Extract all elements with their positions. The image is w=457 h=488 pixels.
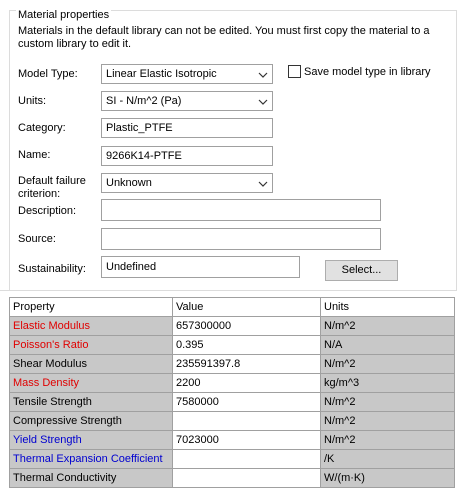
units-cell: kg/m^3 — [320, 373, 455, 393]
units-value: SI - N/m^2 (Pa) — [106, 95, 182, 107]
default-failure-label-line1: Default failure — [18, 175, 86, 187]
group-title: Material properties — [16, 9, 112, 21]
category-label: Category: — [18, 122, 66, 134]
select-button[interactable]: Select... — [325, 260, 398, 281]
model-type-value: Linear Elastic Isotropic — [106, 68, 217, 80]
save-model-type-label: Save model type in library — [304, 66, 431, 78]
units-cell: N/m^2 — [320, 392, 455, 412]
units-cell: N/m^2 — [320, 316, 455, 336]
units-cell: N/m^2 — [320, 430, 455, 450]
units-cell: N/m^2 — [320, 354, 455, 374]
property-cell: Mass Density — [9, 373, 173, 393]
table-row[interactable]: Poisson's Ratio 0.395 N/A — [9, 335, 455, 355]
property-cell: Thermal Expansion Coefficient — [9, 449, 173, 469]
default-failure-select[interactable]: Unknown — [101, 173, 273, 193]
units-select[interactable]: SI - N/m^2 (Pa) — [101, 91, 273, 111]
table-row[interactable]: Elastic Modulus 657300000 N/m^2 — [9, 316, 455, 336]
units-cell: W/(m·K) — [320, 468, 455, 488]
property-cell: Tensile Strength — [9, 392, 173, 412]
chevron-down-icon — [258, 72, 268, 78]
table-row[interactable]: Thermal Conductivity W/(m·K) — [9, 468, 455, 488]
name-label: Name: — [18, 149, 51, 161]
property-cell: Thermal Conductivity — [9, 468, 173, 488]
category-field[interactable]: Plastic_PTFE — [101, 118, 273, 138]
table-row[interactable]: Shear Modulus 235591397.8 N/m^2 — [9, 354, 455, 374]
value-cell[interactable]: 7580000 — [172, 392, 321, 412]
name-field[interactable]: 9266K14-PTFE — [101, 146, 273, 166]
default-failure-label: Default failure criterion: — [18, 175, 86, 201]
table-header-row: Property Value Units — [9, 297, 455, 317]
default-failure-label-line2: criterion: — [18, 188, 61, 200]
property-cell: Shear Modulus — [9, 354, 173, 374]
value-cell[interactable]: 7023000 — [172, 430, 321, 450]
name-value: 9266K14-PTFE — [106, 150, 182, 162]
source-label: Source: — [18, 233, 56, 245]
sustainability-label: Sustainability: — [18, 263, 86, 275]
description-field[interactable] — [101, 199, 381, 221]
table-row[interactable]: Compressive Strength N/m^2 — [9, 411, 455, 431]
chevron-down-icon — [258, 181, 268, 187]
table-row[interactable]: Mass Density 2200 kg/m^3 — [9, 373, 455, 393]
library-note: Materials in the default library can not… — [18, 25, 430, 50]
table-row[interactable]: Thermal Expansion Coefficient/K — [9, 449, 455, 469]
value-cell[interactable]: 235591397.8 — [172, 354, 321, 374]
value-cell[interactable]: 0.395 — [172, 335, 321, 355]
property-cell: Elastic Modulus — [9, 316, 173, 336]
description-label: Description: — [18, 205, 77, 217]
model-type-label: Model Type: — [18, 68, 78, 80]
default-failure-value: Unknown — [106, 177, 152, 189]
table-row[interactable]: Tensile Strength 7580000 N/m^2 — [9, 392, 455, 412]
chevron-down-icon — [258, 99, 268, 105]
units-cell: N/A — [320, 335, 455, 355]
units-label: Units: — [18, 95, 47, 107]
units-cell: /K — [320, 449, 455, 469]
header-units: Units — [320, 297, 455, 317]
sustainability-value: Undefined — [106, 261, 157, 273]
table-row[interactable]: Yield Strength 7023000 N/m^2 — [9, 430, 455, 450]
divider — [0, 290, 457, 291]
property-cell: Yield Strength — [9, 430, 173, 450]
category-value: Plastic_PTFE — [106, 122, 173, 134]
property-cell: Compressive Strength — [9, 411, 173, 431]
value-cell[interactable]: 2200 — [172, 373, 321, 393]
value-cell[interactable] — [172, 468, 321, 488]
header-property: Property — [9, 297, 173, 317]
source-field[interactable] — [101, 228, 381, 250]
properties-table: Property Value Units Elastic Modulus 6573… — [9, 297, 455, 488]
save-model-type-checkbox[interactable] — [288, 65, 301, 78]
value-cell[interactable] — [172, 411, 321, 431]
property-cell: Poisson's Ratio — [9, 335, 173, 355]
value-cell[interactable] — [172, 449, 321, 469]
sustainability-field: Undefined — [101, 256, 300, 278]
units-cell: N/m^2 — [320, 411, 455, 431]
model-type-select[interactable]: Linear Elastic Isotropic — [101, 64, 273, 84]
value-cell[interactable]: 657300000 — [172, 316, 321, 336]
header-value: Value — [172, 297, 321, 317]
